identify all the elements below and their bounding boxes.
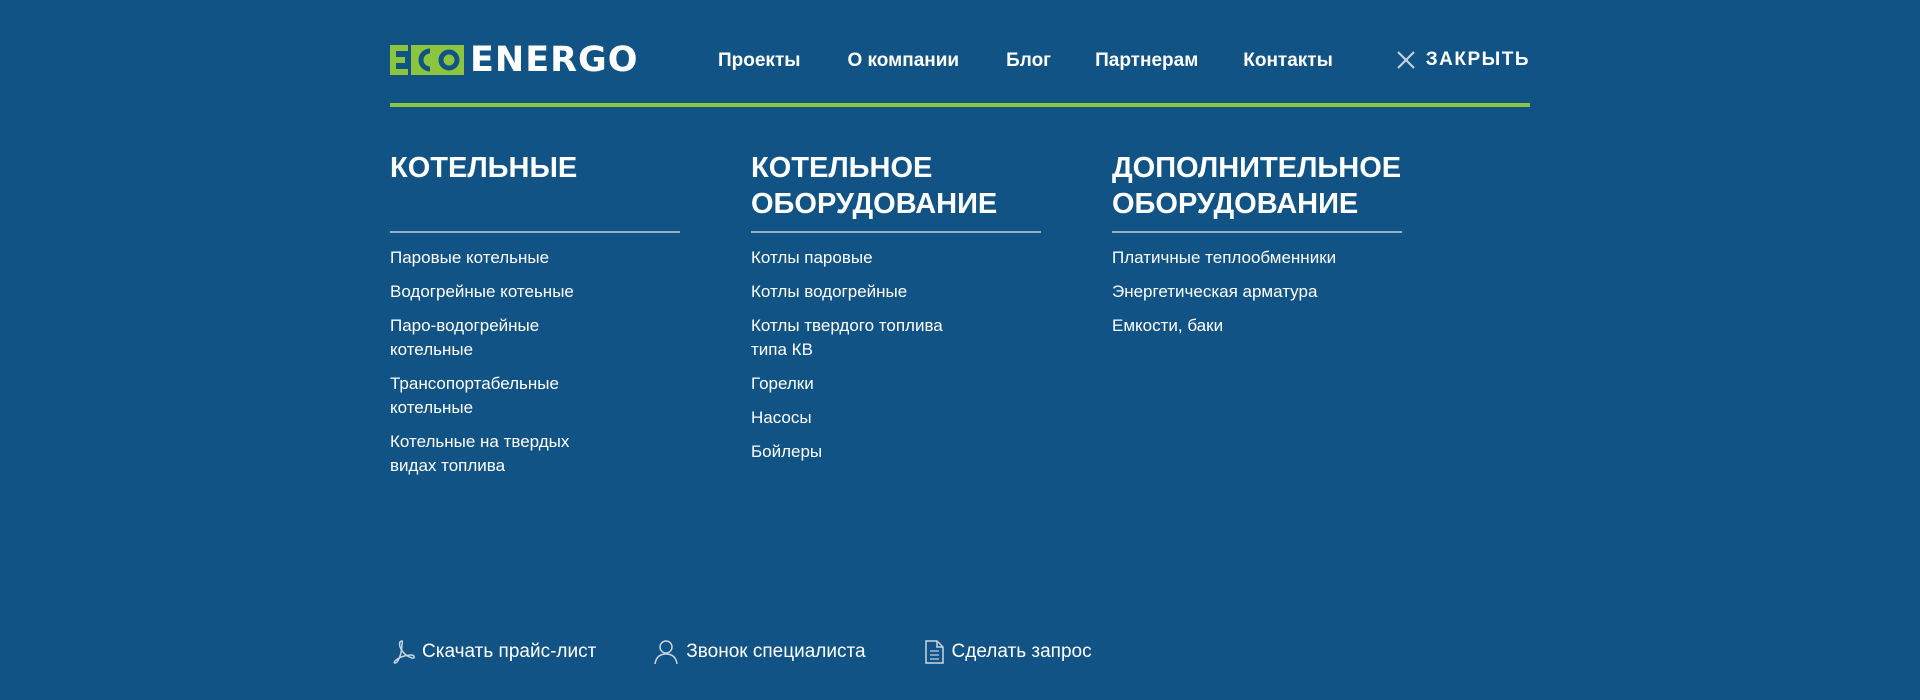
menu-link[interactable]: Паро-водогрейные котельные <box>390 314 610 362</box>
column-divider <box>751 231 1041 233</box>
column-heading: КОТЕЛЬНОЕ ОБОРУДОВАНИЕ <box>751 152 998 220</box>
menu-link[interactable]: Водогрейные котеьные <box>390 280 610 304</box>
menu-link[interactable]: Паровые котельные <box>390 246 610 270</box>
menu-column-additional-equipment: ДОПОЛНИТЕЛЬНОЕ ОБОРУДОВАНИЕ Платичные те… <box>1112 150 1404 348</box>
column-list: Платичные теплообменники Энергетическая … <box>1112 246 1404 338</box>
menu-link[interactable]: Котлы водогрейные <box>751 280 971 304</box>
menu-link[interactable]: Энергетическая арматура <box>1112 280 1402 304</box>
link-label: Сделать запрос <box>951 641 1092 662</box>
column-heading: ДОПОЛНИТЕЛЬНОЕ ОБОРУДОВАНИЕ <box>1112 152 1402 220</box>
column-heading: КОТЕЛЬНЫЕ <box>390 152 578 184</box>
menu-link[interactable]: Котельные на твердых видах топлива <box>390 430 610 478</box>
nav-item-partners[interactable]: Партнерам <box>1095 50 1198 72</box>
main-nav: Проекты О компании Блог Партнерам Контак… <box>718 50 1333 72</box>
document-icon <box>924 640 944 664</box>
eco-logo-mark <box>390 42 464 78</box>
logo[interactable]: ENERGO <box>390 42 639 78</box>
menu-link[interactable]: Котлы паровые <box>751 246 971 270</box>
column-divider <box>1112 231 1402 233</box>
pdf-icon <box>393 640 415 664</box>
menu-link[interactable]: Трансопортабельные котельные <box>390 372 610 420</box>
header-divider <box>390 103 1530 107</box>
link-label: Звонок специалиста <box>686 641 866 662</box>
nav-item-about[interactable]: О компании <box>847 50 959 72</box>
close-icon <box>1397 51 1415 69</box>
nav-item-blog[interactable]: Блог <box>1006 50 1051 72</box>
logo-text: ENERGO <box>470 40 639 80</box>
column-list: Котлы паровые Котлы водогрейные Котлы тв… <box>751 246 1043 464</box>
menu-link[interactable]: Бойлеры <box>751 440 971 464</box>
menu-link[interactable]: Платичные теплообменники <box>1112 246 1402 270</box>
close-button[interactable]: ЗАКРЫТЬ <box>1396 49 1530 71</box>
menu-link[interactable]: Емкости, баки <box>1112 314 1402 338</box>
call-specialist-link[interactable]: Звонок специалиста <box>652 638 866 666</box>
nav-item-projects[interactable]: Проекты <box>718 50 800 72</box>
column-list: Паровые котельные Водогрейные котеьные П… <box>390 246 682 478</box>
menu-link[interactable]: Котлы твердого топлива типа КВ <box>751 314 971 362</box>
menu-column-boiler-houses: КОТЕЛЬНЫЕ Паровые котельные Водогрейные … <box>390 150 682 488</box>
menu-link[interactable]: Горелки <box>751 372 971 396</box>
header: ENERGO Проекты О компании Блог Партнерам… <box>390 36 1530 88</box>
nav-item-contacts[interactable]: Контакты <box>1243 50 1333 72</box>
download-price-list-link[interactable]: Скачать прайс-лист <box>390 639 596 665</box>
column-divider <box>390 231 680 233</box>
menu-link[interactable]: Насосы <box>751 406 971 430</box>
link-label: Скачать прайс-лист <box>422 641 597 662</box>
menu-column-boiler-equipment: КОТЕЛЬНОЕ ОБОРУДОВАНИЕ Котлы паровые Кот… <box>751 150 1043 474</box>
close-label: ЗАКРЫТЬ <box>1425 49 1530 70</box>
footer-actions: Скачать прайс-лист Звонок специалиста Сд… <box>390 638 1148 666</box>
user-icon <box>654 640 679 665</box>
make-request-link[interactable]: Сделать запрос <box>922 639 1092 665</box>
